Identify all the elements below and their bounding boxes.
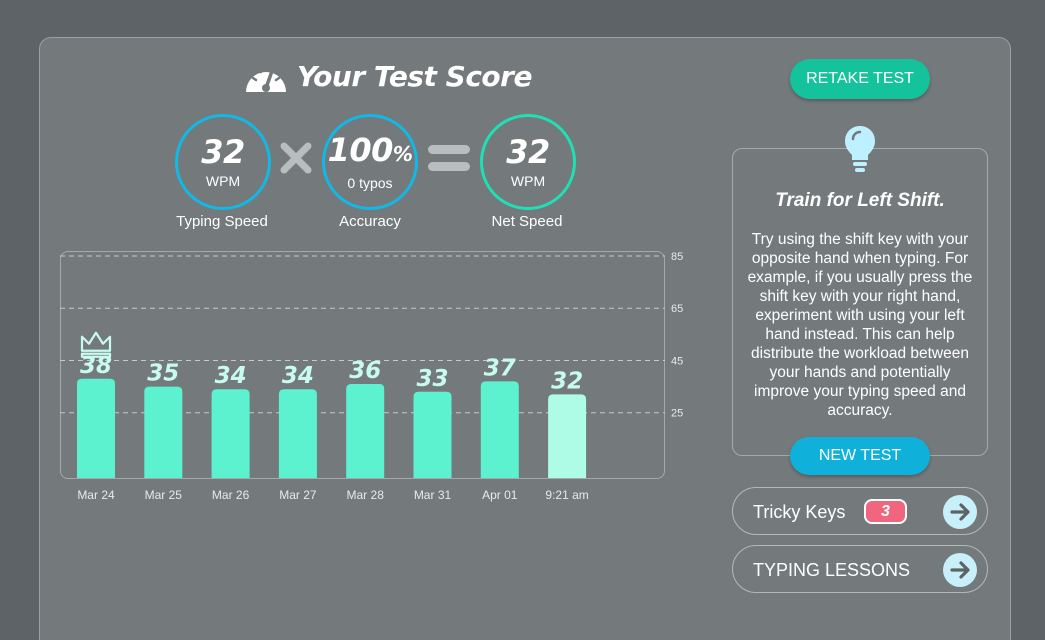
new-test-button[interactable]: NEW TEST <box>790 437 930 475</box>
lightbulb-icon <box>845 126 875 172</box>
tip-body: Try using the shift key with your opposi… <box>747 231 973 419</box>
bar <box>548 394 587 478</box>
bar-value-label: 34 <box>282 363 314 389</box>
bar <box>346 383 385 478</box>
x-tick-label: Mar 27 <box>279 488 317 502</box>
x-tick-label: Mar 28 <box>347 488 385 502</box>
y-tick-label: 25 <box>671 408 683 420</box>
bar <box>413 391 452 478</box>
y-tick-label: 85 <box>671 251 683 263</box>
bar-value-label: 34 <box>215 363 247 389</box>
typing-lessons-button[interactable]: TYPING LESSONS <box>732 545 988 593</box>
tricky-keys-button[interactable]: Tricky Keys 3 <box>732 487 988 535</box>
crown-icon <box>80 331 112 358</box>
bar <box>278 389 317 478</box>
bar-value-label: 33 <box>416 366 448 392</box>
x-tick-label: Apr 01 <box>482 488 518 502</box>
x-tick-label: Mar 26 <box>212 488 250 502</box>
arrow-right-icon[interactable] <box>943 553 977 587</box>
x-tick-label: 9:21 am <box>545 488 588 502</box>
bar-value-label: 35 <box>147 361 179 387</box>
y-tick-label: 45 <box>671 355 683 367</box>
tricky-keys-label: Tricky Keys <box>753 502 846 522</box>
bar-value-label: 32 <box>551 368 583 394</box>
x-tick-label: Mar 25 <box>145 488 183 502</box>
bar <box>77 378 115 478</box>
arrow-right-icon[interactable] <box>943 495 977 529</box>
bar <box>211 389 250 478</box>
tip-title: Train for Left Shift. <box>775 190 945 211</box>
bar <box>480 381 519 478</box>
tricky-keys-count-badge: 3 <box>864 499 907 524</box>
y-tick-label: 65 <box>671 303 683 315</box>
retake-test-button[interactable]: RETAKE TEST <box>790 59 930 99</box>
bar <box>144 386 183 478</box>
typing-lessons-label: TYPING LESSONS <box>753 560 911 580</box>
x-tick-label: Mar 31 <box>414 488 452 502</box>
x-tick-label: Mar 24 <box>77 488 115 502</box>
bar-value-label: 37 <box>484 355 516 381</box>
bar-value-label: 36 <box>349 358 381 384</box>
